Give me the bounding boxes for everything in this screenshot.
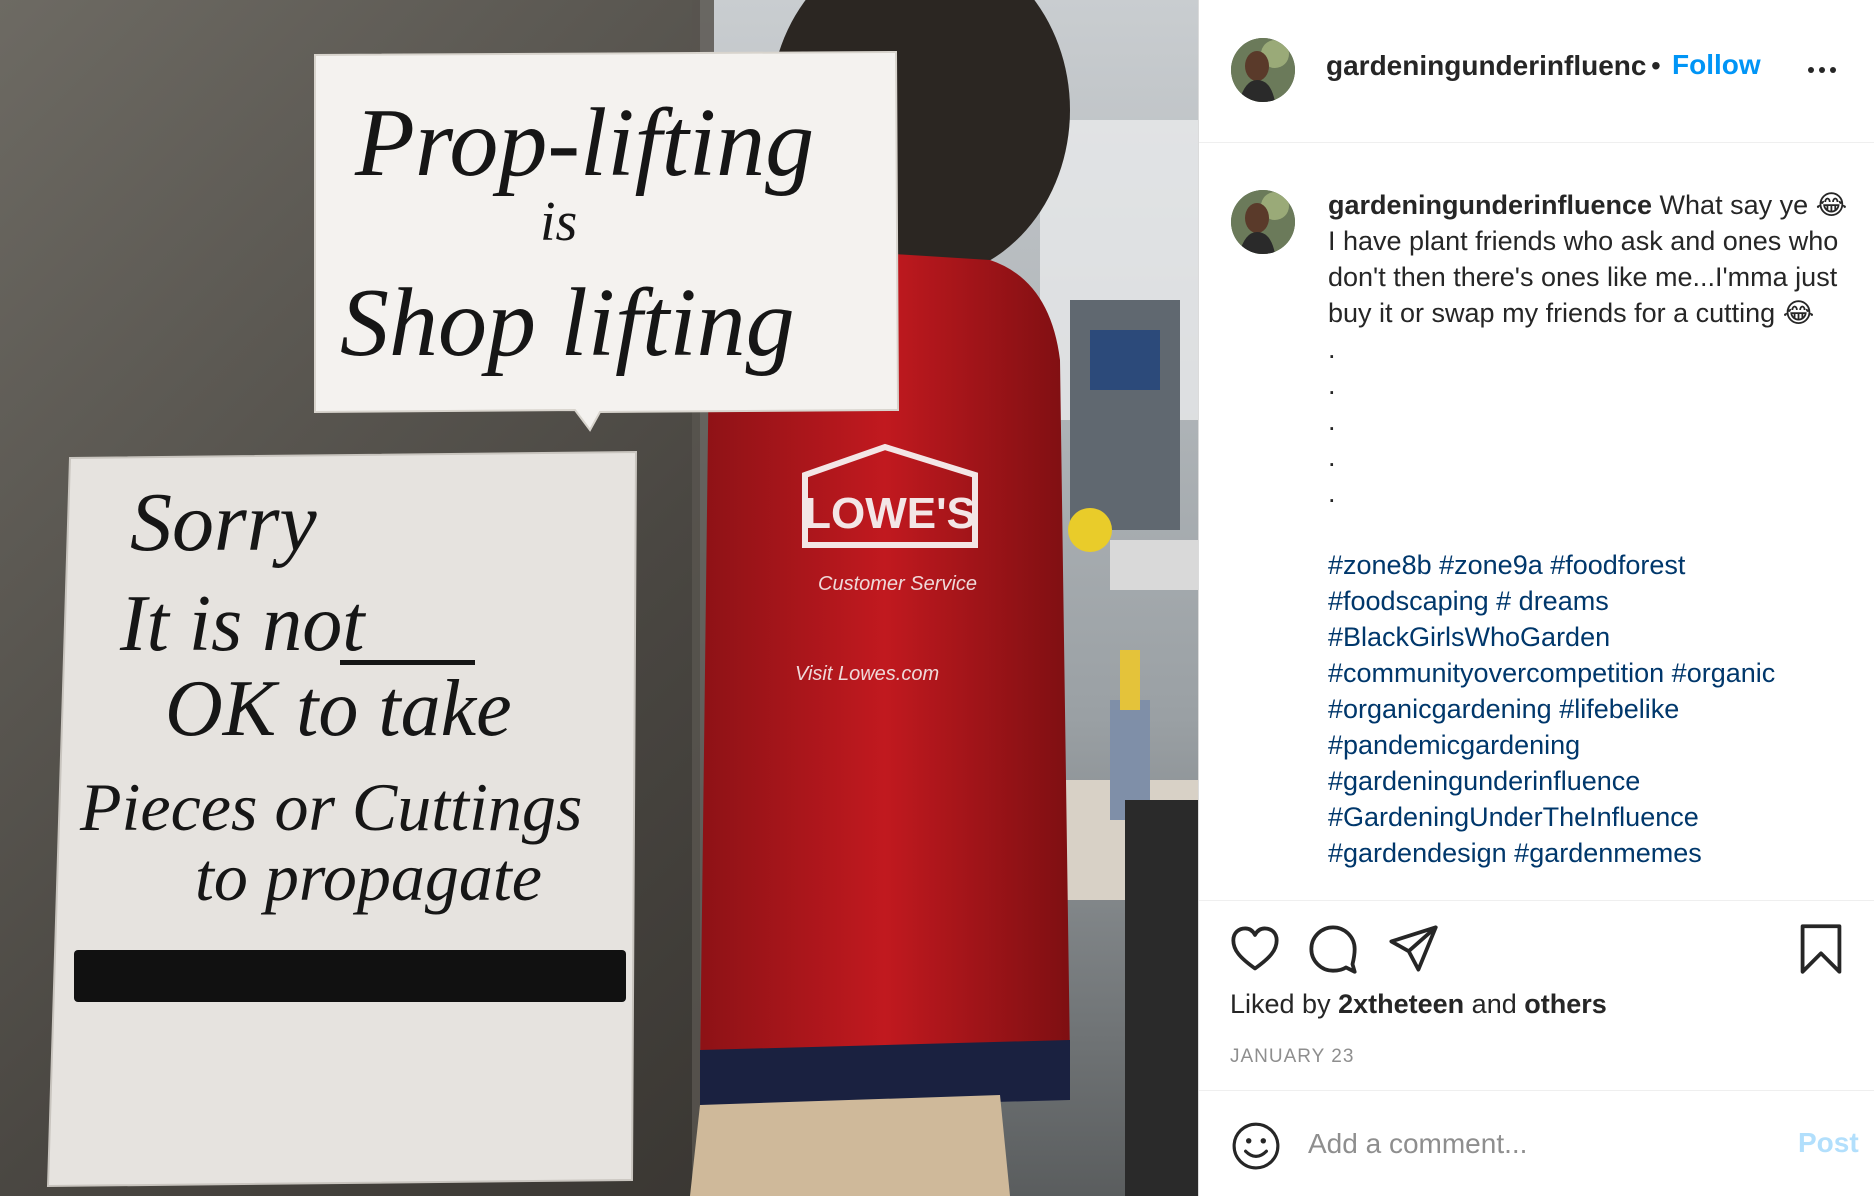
- share-icon[interactable]: [1387, 923, 1439, 975]
- caption-dot: .: [1328, 442, 1336, 472]
- hashtag-link[interactable]: # dreams: [1496, 586, 1609, 616]
- caption-dot: .: [1328, 334, 1336, 364]
- sign-bottom-line-5: to propagate: [195, 839, 542, 915]
- sign-bottom-line-2: It is not: [119, 580, 366, 668]
- hashtag-link[interactable]: #organicgardening: [1328, 694, 1552, 724]
- vest-text-2: Visit Lowes.com: [795, 663, 939, 685]
- hashtag-link[interactable]: #BlackGirlsWhoGarden: [1328, 622, 1610, 652]
- photo-illustration: LOWE'S Customer Service Visit Lowes.com …: [0, 0, 1198, 1196]
- hashtag-link[interactable]: #gardenmemes: [1514, 838, 1702, 868]
- liked-mid: and: [1471, 989, 1517, 1019]
- header-username[interactable]: gardeningunderinfluenc: [1326, 50, 1646, 82]
- caption: gardeningunderinfluence What say ye 😂 I …: [1328, 187, 1848, 871]
- sign-top-line-2: is: [540, 191, 577, 253]
- vest-text-1: Customer Service: [818, 573, 977, 595]
- sign-top-line-3: Shop lifting: [340, 269, 795, 377]
- hashtag-link[interactable]: #GardeningUnderTheInfluence: [1328, 802, 1699, 832]
- comment-bar: Post: [1199, 1090, 1874, 1196]
- hashtags: #zone8b #zone9a #foodforest #foodscaping…: [1328, 547, 1848, 871]
- post-comment-button[interactable]: Post: [1798, 1127, 1859, 1159]
- bookmark-icon[interactable]: [1795, 923, 1847, 975]
- hashtag-link[interactable]: #zone8b: [1328, 550, 1432, 580]
- instagram-post: LOWE'S Customer Service Visit Lowes.com …: [0, 0, 1874, 1196]
- liked-user-link[interactable]: 2xtheteen: [1338, 989, 1464, 1019]
- hashtag-link[interactable]: #foodscaping: [1328, 586, 1489, 616]
- hashtag-link[interactable]: #lifebelike: [1559, 694, 1679, 724]
- sign-top: Prop-lifting is Shop lifting: [314, 50, 900, 432]
- vest-logo-text: LOWE'S: [804, 489, 976, 538]
- caption-avatar-image: [1231, 190, 1295, 254]
- post-photo[interactable]: LOWE'S Customer Service Visit Lowes.com …: [0, 0, 1198, 1196]
- comment-input[interactable]: [1308, 1119, 1748, 1169]
- hashtag-link[interactable]: #gardeningunderinfluence: [1328, 766, 1640, 796]
- sign-top-line-1: Prop-lifting: [354, 89, 814, 197]
- caption-area: gardeningunderinfluence What say ye 😂 I …: [1199, 143, 1874, 900]
- caption-dot: .: [1328, 370, 1336, 400]
- comment-icon[interactable]: [1307, 923, 1359, 975]
- caption-dot: .: [1328, 478, 1336, 508]
- caption-avatar[interactable]: [1231, 190, 1295, 254]
- hashtag-link[interactable]: #communityovercompetition: [1328, 658, 1664, 688]
- caption-dots: . . . . .: [1328, 331, 1848, 511]
- follow-button[interactable]: Follow: [1672, 49, 1761, 81]
- hashtag-link[interactable]: #zone9a: [1439, 550, 1543, 580]
- liked-prefix: Liked by: [1230, 989, 1331, 1019]
- liked-others-link[interactable]: others: [1524, 989, 1607, 1019]
- post-actions: Liked by 2xtheteen and others JANUARY 23: [1199, 900, 1874, 1091]
- hashtag-link[interactable]: #gardendesign: [1328, 838, 1507, 868]
- hashtag-link[interactable]: #pandemicgardening: [1328, 730, 1580, 760]
- sign-bottom-line-1: Sorry: [130, 476, 317, 569]
- post-sidebar: gardeningunderinfluenc • Follow gardenin…: [1198, 0, 1874, 1196]
- hashtag-link[interactable]: #organic: [1672, 658, 1776, 688]
- more-options-icon[interactable]: [1802, 48, 1842, 88]
- heart-icon[interactable]: [1229, 923, 1281, 975]
- post-header: gardeningunderinfluenc • Follow: [1199, 0, 1874, 143]
- emoji-icon[interactable]: [1231, 1121, 1281, 1171]
- sign-bottom: Sorry It is not OK to take Pieces or Cut…: [46, 450, 638, 1188]
- post-date[interactable]: JANUARY 23: [1230, 1046, 1354, 1068]
- hashtag-link[interactable]: #foodforest: [1550, 550, 1685, 580]
- caption-dot: .: [1328, 406, 1336, 436]
- sign-bottom-line-4: Pieces or Cuttings: [79, 769, 582, 845]
- avatar-image: [1231, 38, 1295, 102]
- sign-bottom-line-3: OK to take: [165, 665, 512, 753]
- header-separator: •: [1651, 50, 1661, 81]
- avatar[interactable]: [1231, 38, 1295, 102]
- caption-username[interactable]: gardeningunderinfluence: [1328, 190, 1652, 220]
- likes-summary: Liked by 2xtheteen and others: [1230, 989, 1607, 1020]
